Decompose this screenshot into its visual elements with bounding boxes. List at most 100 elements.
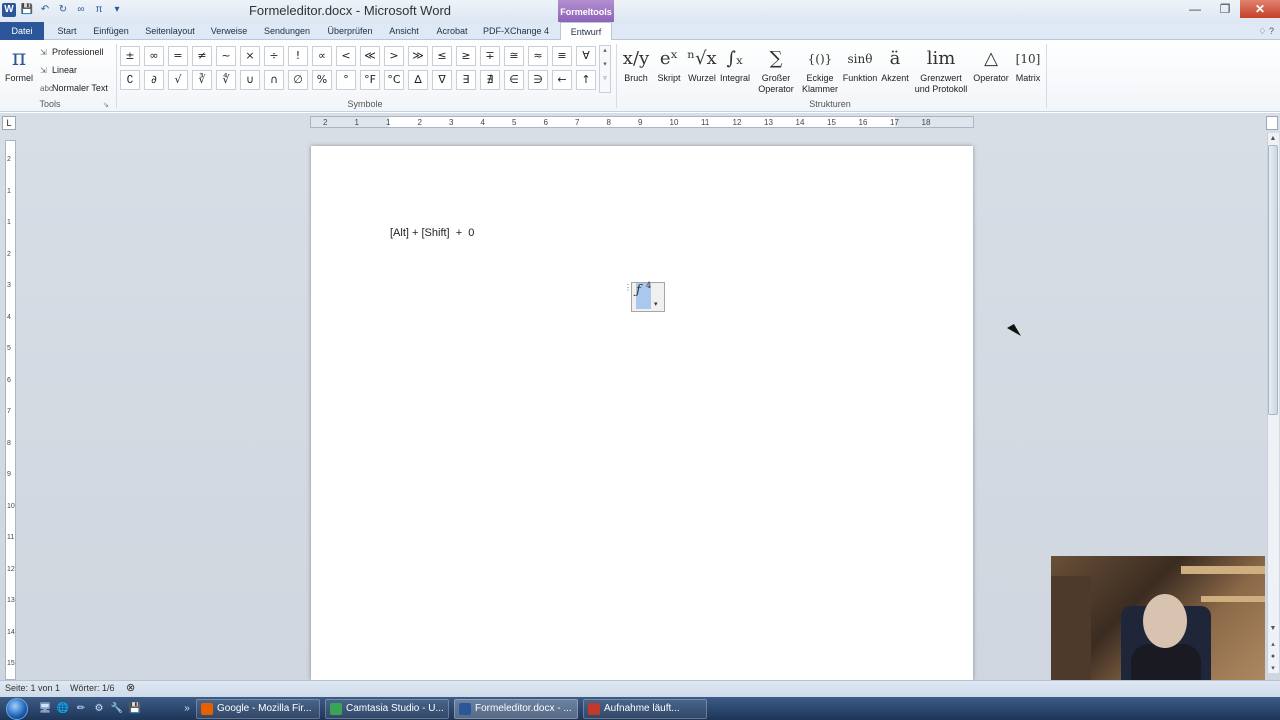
symbol-button[interactable]: ≡ xyxy=(552,46,572,66)
restore-button[interactable]: ❐ xyxy=(1210,0,1240,18)
vertical-ruler[interactable]: 2 1 1 2 3 4 5 6 7 8 9 10 11 12 13 14 15 xyxy=(5,140,16,680)
symbol-button[interactable]: ≠ xyxy=(192,46,212,66)
symbol-button[interactable]: < xyxy=(336,46,356,66)
tab-start[interactable]: Start xyxy=(50,22,84,40)
close-button[interactable]: ✕ xyxy=(1240,0,1280,18)
tab-acrobat[interactable]: Acrobat xyxy=(430,22,474,40)
skript-button[interactable]: eˣ Skript xyxy=(654,45,684,84)
word-count-status[interactable]: Wörter: 1/6 xyxy=(70,683,115,693)
professionell-button[interactable]: ⇲ Professionell xyxy=(40,44,104,60)
integral-button[interactable]: ∫ₓ Integral xyxy=(718,45,752,84)
symbol-button[interactable]: ≅ xyxy=(504,46,524,66)
normal-text-button[interactable]: abcNormaler Text xyxy=(40,80,108,96)
taskbar-task[interactable]: Formeleditor.docx - ... xyxy=(454,699,578,719)
symbol-button[interactable]: ∆ xyxy=(408,70,428,90)
tab-verweise[interactable]: Verweise xyxy=(206,22,252,40)
funktion-button[interactable]: sinθ Funktion xyxy=(842,45,878,84)
symbol-button[interactable]: ≫ xyxy=(408,46,428,66)
symbol-button[interactable]: ∜ xyxy=(216,70,236,90)
horizontal-ruler[interactable]: 2 1 1 2 3 4 5 6 7 8 9 10 11 12 13 14 15 16 17 18 xyxy=(310,116,974,128)
tab-pdf-xchange[interactable]: PDF-XChange 4 xyxy=(480,22,552,40)
tab-selector-button[interactable]: L xyxy=(2,116,16,130)
equation-handle-icon[interactable]: ⋮ xyxy=(624,283,632,293)
dialog-launcher-icon[interactable]: ⇘ xyxy=(103,98,109,114)
symbol-button[interactable]: = xyxy=(168,46,188,66)
symbol-button[interactable]: ≤ xyxy=(432,46,452,66)
symbol-button[interactable]: % xyxy=(312,70,332,90)
equation-options-dropdown-icon[interactable]: ▾ xyxy=(654,300,658,308)
tab-sendungen[interactable]: Sendungen xyxy=(258,22,316,40)
symbol-button[interactable]: ∞ xyxy=(144,46,164,66)
scrollbar-thumb[interactable] xyxy=(1268,145,1278,415)
symbol-button[interactable]: ∂ xyxy=(144,70,164,90)
settings-icon[interactable]: ⚙ xyxy=(92,702,106,716)
linear-button[interactable]: ⇲ Linear xyxy=(40,62,77,78)
symbol-button[interactable]: ≈ xyxy=(528,46,548,66)
taskbar-overflow-icon[interactable]: » xyxy=(180,702,194,716)
page-count-status[interactable]: Seite: 1 von 1 xyxy=(5,683,60,693)
formel-button[interactable]: π Formel xyxy=(4,45,34,84)
symbol-button[interactable]: ÷ xyxy=(264,46,284,66)
symbol-button[interactable]: ∓ xyxy=(480,46,500,66)
scroll-down-arrow-icon[interactable]: ▼ xyxy=(1268,624,1278,634)
taskbar-task[interactable]: Aufnahme läuft... xyxy=(583,699,707,719)
save-icon[interactable]: 💾 xyxy=(128,702,142,716)
symbol-button[interactable]: °F xyxy=(360,70,380,90)
symbol-button[interactable]: ± xyxy=(120,46,140,66)
symbol-button[interactable]: ≥ xyxy=(456,46,476,66)
symbol-button[interactable]: ∩ xyxy=(264,70,284,90)
bruch-button[interactable]: x/y Bruch xyxy=(622,45,650,84)
tools-icon[interactable]: 🔧 xyxy=(110,702,124,716)
start-button[interactable] xyxy=(6,698,28,720)
operator-button[interactable]: △ Operator xyxy=(970,45,1012,84)
symbol-button[interactable]: ∇ xyxy=(432,70,452,90)
grenzwert-button[interactable]: lim Grenzwert und Protokoll xyxy=(912,45,970,95)
next-page-icon[interactable]: ▾ xyxy=(1268,664,1278,674)
symbol-button[interactable]: ∅ xyxy=(288,70,308,90)
symbol-button[interactable]: ∛ xyxy=(192,70,212,90)
scroll-down-icon[interactable]: ▾ xyxy=(600,60,610,68)
document-text-line[interactable]: [Alt] + [Shift] + 0 xyxy=(390,227,474,239)
tab-einfuegen[interactable]: Einfügen xyxy=(88,22,134,40)
tab-datei[interactable]: Datei xyxy=(0,22,44,40)
symbol-button[interactable]: ∄ xyxy=(480,70,500,90)
eckige-klammer-button[interactable]: {()} Eckige Klammer xyxy=(800,45,840,95)
symbol-button[interactable]: > xyxy=(384,46,404,66)
proofing-icon[interactable]: ⊗ xyxy=(126,681,135,694)
expand-gallery-icon[interactable]: ▿ xyxy=(600,74,610,82)
view-ruler-button[interactable] xyxy=(1266,116,1278,130)
symbol-gallery-scroll[interactable]: ▴ ▾ ▿ xyxy=(599,45,611,93)
previous-page-icon[interactable]: ▴ xyxy=(1268,640,1278,650)
symbol-button[interactable]: ↑ xyxy=(576,70,596,90)
symbol-button[interactable]: √ xyxy=(168,70,188,90)
equation-superscript[interactable]: 4 xyxy=(646,281,651,290)
symbol-button[interactable]: ∋ xyxy=(528,70,548,90)
symbol-button[interactable]: °C xyxy=(384,70,404,90)
symbol-button[interactable]: ° xyxy=(336,70,356,90)
tab-ansicht[interactable]: Ansicht xyxy=(384,22,424,40)
scroll-up-arrow-icon[interactable]: ▲ xyxy=(1268,134,1278,144)
symbol-button[interactable]: ∃ xyxy=(456,70,476,90)
symbol-button[interactable]: × xyxy=(240,46,260,66)
tab-seitenlayout[interactable]: Seitenlayout xyxy=(140,22,200,40)
symbol-button[interactable]: ! xyxy=(288,46,308,66)
symbol-button[interactable]: ≪ xyxy=(360,46,380,66)
pen-icon[interactable]: ✏ xyxy=(74,702,88,716)
tab-ueberpruefen[interactable]: Überprüfen xyxy=(322,22,378,40)
matrix-button[interactable]: [10] Matrix xyxy=(1012,45,1044,84)
tab-entwurf[interactable]: Entwurf xyxy=(560,22,612,41)
akzent-button[interactable]: ä Akzent xyxy=(880,45,910,84)
symbol-button[interactable]: ∪ xyxy=(240,70,260,90)
symbol-button[interactable]: ∀ xyxy=(576,46,596,66)
minimize-button[interactable]: — xyxy=(1180,0,1210,18)
show-desktop-icon[interactable]: 🖥 xyxy=(38,702,52,716)
taskbar-task[interactable]: Google - Mozilla Fir... xyxy=(196,699,320,719)
browser-icon[interactable]: 🌐 xyxy=(56,702,70,716)
ribbon-help-controls[interactable]: ♢ ? xyxy=(1258,22,1274,40)
grosser-operator-button[interactable]: ∑ Großer Operator xyxy=(756,45,796,95)
browse-object-icon[interactable]: ● xyxy=(1268,652,1278,662)
symbol-button[interactable]: ∁ xyxy=(120,70,140,90)
symbol-button[interactable]: ~ xyxy=(216,46,236,66)
symbol-button[interactable]: ← xyxy=(552,70,572,90)
taskbar-task[interactable]: Camtasia Studio - U... xyxy=(325,699,449,719)
